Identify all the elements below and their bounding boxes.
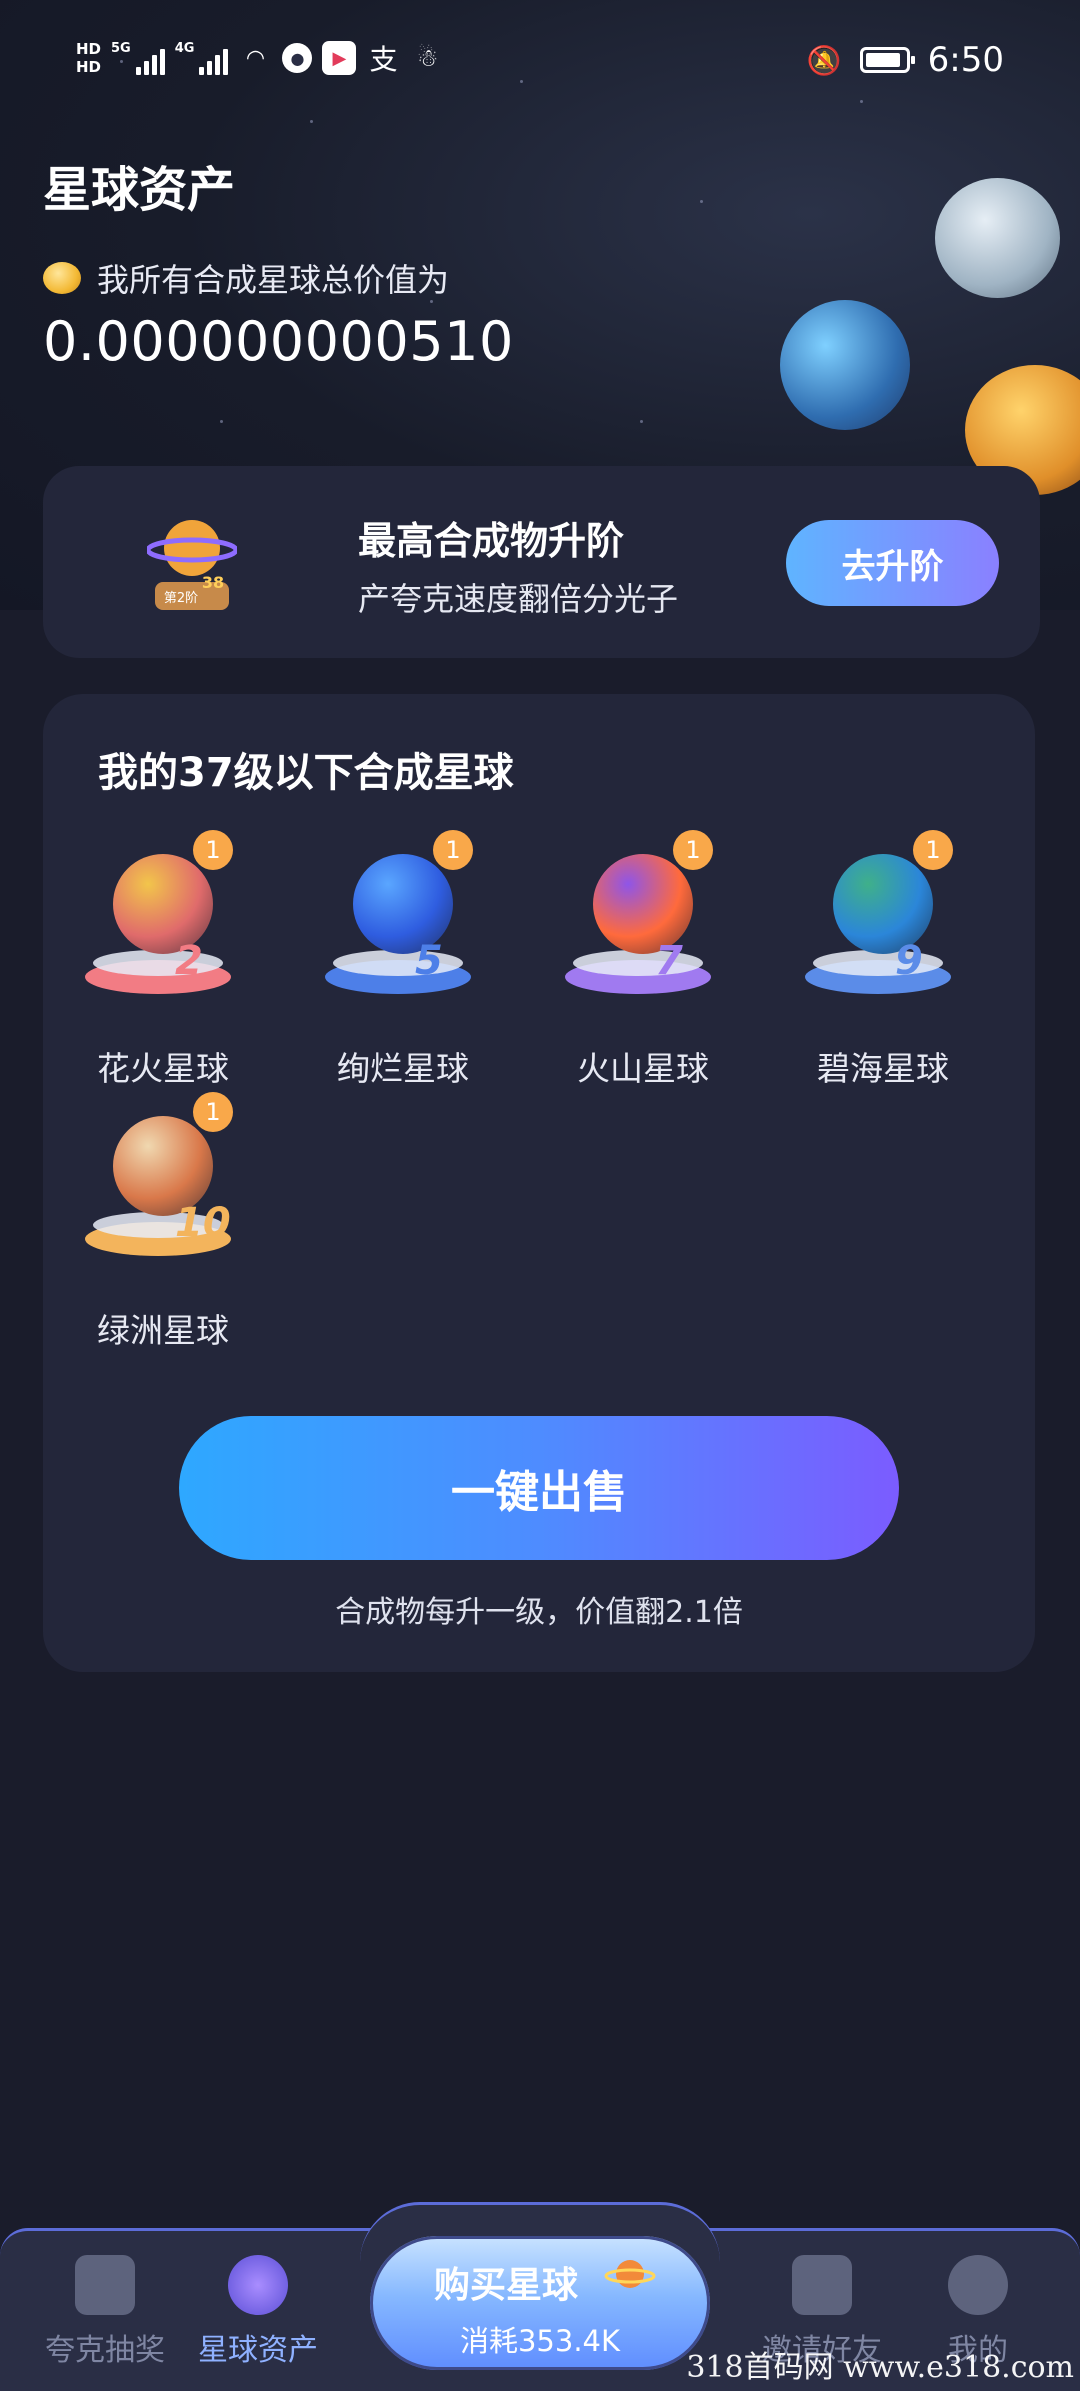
count-badge: 1 (193, 1092, 233, 1132)
planet-art: 10 1 (83, 1092, 243, 1284)
upgrade-subtitle: 产夸克速度翻倍分光子 (358, 580, 679, 618)
battery-icon (859, 47, 915, 73)
signal-icon: 5G (111, 41, 165, 75)
buy-planet-title: 购买星球 (434, 2265, 579, 2306)
upgrade-button[interactable]: 去升阶 (786, 520, 999, 606)
buy-planet-cost: 消耗353.4K (459, 2324, 621, 2358)
planet-name: 碧海星球 (817, 1049, 949, 1088)
planet-art: 21 (83, 830, 243, 1022)
decor-planet-top (935, 178, 1060, 298)
upgrade-card: 第2阶 38 最高合成物升阶 产夸克速度翻倍分光子 去升阶 (43, 466, 1040, 658)
planet-level: 9 (895, 938, 923, 984)
coin-icon (43, 262, 81, 294)
section-title: 我的37级以下合成星球 (98, 750, 514, 796)
count-badge: 1 (913, 830, 953, 870)
signal-icon-2: 4G (175, 41, 229, 75)
alipay-icon: 支 (369, 43, 398, 76)
invite-icon (792, 2255, 852, 2315)
planet-art: 91 (803, 830, 963, 1022)
wifi-icon: ◠ (245, 45, 266, 71)
count-badge: 1 (433, 830, 473, 870)
planet-icon (604, 2260, 656, 2288)
planet-art: 71 (563, 830, 723, 1022)
planet-name: 花火星球 (97, 1049, 229, 1088)
planets-card: 我的37级以下合成星球 2 1 花火星球 5 1 绚烂星球 7 1 火山星球 9 1 碧海星球 10 1 绿… (43, 694, 1035, 1672)
planet-icon (228, 2255, 288, 2315)
nav-item-lottery[interactable]: 夸克抽奖 (30, 2255, 180, 2369)
hd-indicator: HD HD (76, 40, 102, 76)
planet-name: 绚烂星球 (337, 1049, 469, 1088)
gift-icon (75, 2255, 135, 2315)
clock: 6:50 (927, 40, 1004, 80)
app-icon: ▶ (322, 41, 357, 75)
count-badge: 1 (193, 830, 233, 870)
pedestal-top (333, 950, 463, 976)
planet-item[interactable]: 7 1 火山星球 (543, 830, 743, 1092)
watermark: 318首码网 www.e318.com (686, 2350, 1074, 2385)
buy-planet-button[interactable]: 购买星球 消耗353.4K (370, 2236, 710, 2370)
planet-item[interactable]: 2 1 花火星球 (63, 830, 263, 1092)
qq-icon: ☃ (416, 44, 439, 72)
pedestal-top (573, 950, 703, 976)
total-value: 0.000000000510 (43, 310, 514, 373)
count-badge: 1 (673, 830, 713, 870)
planet-level: 7 (655, 938, 683, 984)
planet-name: 绿洲星球 (97, 1311, 229, 1350)
svg-text:38: 38 (202, 573, 224, 592)
sell-note: 合成物每升一级，价值翻2.1倍 (335, 1595, 743, 1630)
page-title: 星球资产 (43, 162, 236, 218)
upgrade-planet-icon: 第2阶 38 (147, 520, 237, 610)
planet-name: 火山星球 (577, 1049, 709, 1088)
planet-item[interactable]: 10 1 绿洲星球 (63, 1092, 263, 1354)
status-bar: HD HD 5G 4G ◠ ● ▶ 支 ☃ 🔕 6:50 (0, 40, 1080, 90)
planet-level: 2 (175, 938, 203, 984)
planet-level: 5 (415, 938, 443, 984)
user-icon (948, 2255, 1008, 2315)
decor-planet-large (780, 300, 910, 430)
mute-bell-icon: 🔕 (806, 43, 842, 77)
planet-item[interactable]: 5 1 绚烂星球 (303, 830, 503, 1092)
planet-level: 10 (175, 1200, 231, 1246)
nav-item-assets[interactable]: 星球资产 (183, 2255, 333, 2369)
pedestal-top (93, 950, 223, 976)
planet-item[interactable]: 9 1 碧海星球 (783, 830, 983, 1092)
svg-text:第2阶: 第2阶 (164, 591, 198, 606)
pedestal-top (813, 950, 943, 976)
upgrade-title: 最高合成物升阶 (358, 519, 625, 563)
planet-art: 51 (323, 830, 483, 1022)
wechat-icon: ● (282, 43, 313, 73)
total-value-label: 我所有合成星球总价值为 (43, 255, 449, 301)
sell-all-button[interactable]: 一键出售 (179, 1416, 899, 1560)
